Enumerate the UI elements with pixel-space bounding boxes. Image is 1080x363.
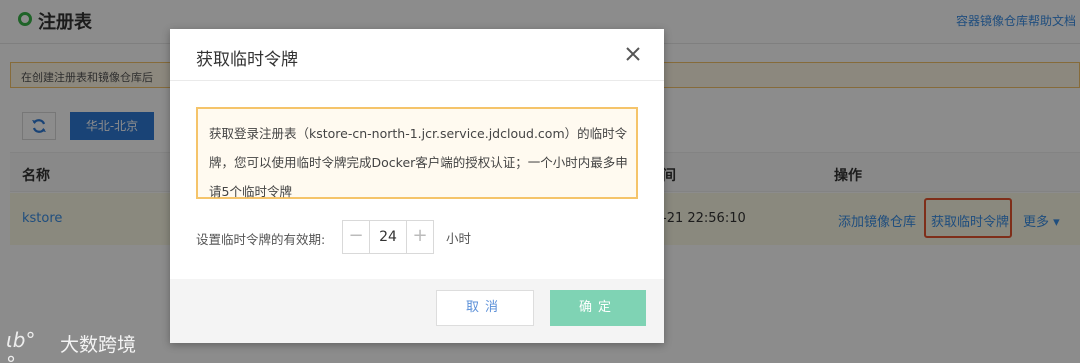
cancel-button[interactable]: 取消	[436, 290, 534, 326]
dialog-header: 获取临时令牌	[170, 29, 664, 81]
close-icon[interactable]	[622, 43, 644, 65]
ttl-label: 设置临时令牌的有效期:	[196, 232, 326, 247]
watermark-logo: ιb°°	[6, 328, 36, 363]
increment-button[interactable]: +	[407, 221, 433, 253]
dialog-footer: 取消 确定	[170, 279, 664, 343]
warning-text: 获取登录注册表（kstore-cn-north-1.jcr.service.jd…	[209, 126, 628, 199]
ttl-input[interactable]: 24	[369, 221, 407, 253]
confirm-button[interactable]: 确定	[550, 290, 646, 326]
decrement-button[interactable]: −	[343, 221, 369, 253]
ttl-unit: 小时	[446, 231, 472, 246]
temp-token-dialog: 获取临时令牌 获取登录注册表（kstore-cn-north-1.jcr.ser…	[170, 29, 664, 343]
warning-box: 获取登录注册表（kstore-cn-north-1.jcr.service.jd…	[196, 107, 638, 199]
watermark-text: 大数跨境	[60, 334, 137, 356]
dialog-title: 获取临时令牌	[196, 50, 298, 70]
ttl-stepper: − 24 +	[342, 220, 434, 254]
